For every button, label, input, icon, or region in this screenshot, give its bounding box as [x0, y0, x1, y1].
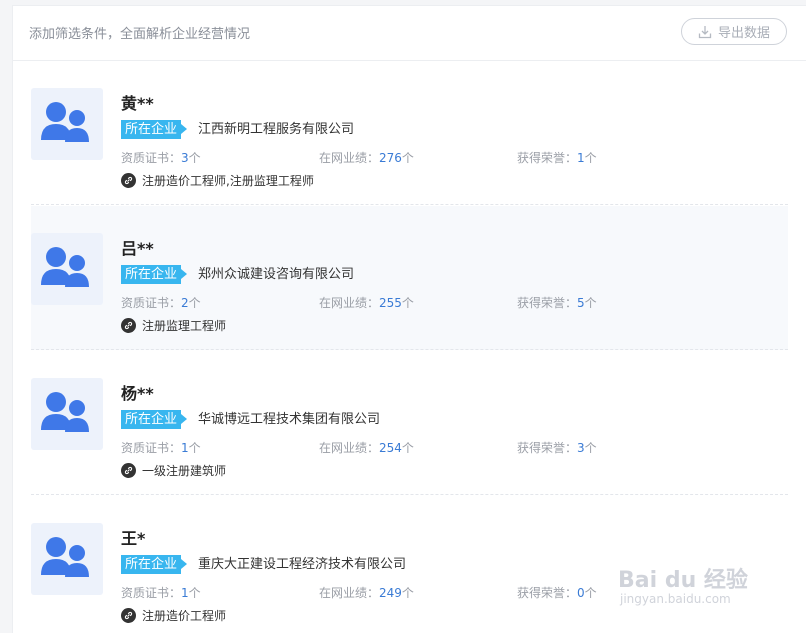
link-icon — [121, 318, 136, 333]
qualification-line: 一级注册建筑师 — [121, 462, 226, 479]
person-name[interactable]: 吕** — [121, 235, 154, 259]
toolbar: 添加筛选条件，全面解析企业经营情况 导出数据 — [13, 6, 806, 61]
company-tag: 所在企业 — [121, 410, 187, 429]
results-panel: 添加筛选条件，全面解析企业经营情况 导出数据 黄** 所在企业 江西新明工程服务… — [12, 5, 806, 633]
qualification-text: 一级注册建筑师 — [142, 464, 227, 478]
performance-count: 在网业绩：249个 — [319, 586, 414, 600]
performance-count: 在网业绩：276个 — [319, 151, 414, 165]
person-name[interactable]: 杨** — [121, 380, 154, 404]
link-icon — [121, 608, 136, 623]
company-tag: 所在企业 — [121, 265, 187, 284]
company-name[interactable]: 江西新明工程服务有限公司 — [198, 120, 354, 139]
honor-count: 获得荣誉：1个 — [517, 151, 597, 165]
qualification-line: 注册造价工程师 — [121, 607, 226, 624]
link-icon — [121, 463, 136, 478]
qualification-text: 注册造价工程师,注册监理工程师 — [142, 174, 314, 188]
cert-count: 资质证书：1个 — [121, 586, 201, 600]
qualification-text: 注册监理工程师 — [142, 319, 227, 333]
qualification-line: 注册造价工程师,注册监理工程师 — [121, 172, 314, 189]
export-data-button[interactable]: 导出数据 — [681, 18, 787, 45]
company-name[interactable]: 重庆大正建设工程经济技术有限公司 — [198, 555, 406, 574]
honor-count: 获得荣誉：3个 — [517, 441, 597, 455]
company-tag: 所在企业 — [121, 555, 187, 574]
export-button-label: 导出数据 — [717, 26, 770, 41]
link-icon — [121, 173, 136, 188]
cert-count: 资质证书：3个 — [121, 151, 201, 165]
cert-count: 资质证书：2个 — [121, 296, 201, 310]
watermark-logo: Bai du 经验 — [618, 568, 748, 593]
person-name[interactable]: 王* — [121, 525, 145, 549]
avatar — [31, 523, 103, 595]
people-icon — [41, 537, 89, 577]
people-icon — [41, 102, 89, 142]
company-tag: 所在企业 — [121, 120, 187, 139]
list-item[interactable]: 黄** 所在企业 江西新明工程服务有限公司 资质证书：3个 在网业绩：276个 … — [31, 61, 788, 205]
performance-count: 在网业绩：255个 — [319, 296, 414, 310]
list-item[interactable]: 杨** 所在企业 华诚博远工程技术集团有限公司 资质证书：1个 在网业绩：254… — [31, 351, 788, 495]
performance-count: 在网业绩：254个 — [319, 441, 414, 455]
watermark-url: jingyan.baidu.com — [620, 592, 731, 606]
people-icon — [41, 392, 89, 432]
qualification-line: 注册监理工程师 — [121, 317, 226, 334]
honor-count: 获得荣誉：0个 — [517, 586, 597, 600]
company-name[interactable]: 郑州众诚建设咨询有限公司 — [198, 265, 354, 284]
filter-hint: 添加筛选条件，全面解析企业经营情况 — [29, 27, 251, 42]
people-icon — [41, 247, 89, 287]
cert-count: 资质证书：1个 — [121, 441, 201, 455]
avatar — [31, 233, 103, 305]
honor-count: 获得荣誉：5个 — [517, 296, 597, 310]
watermark: Bai du 经验 jingyan.baidu.com — [612, 548, 772, 618]
person-name[interactable]: 黄** — [121, 90, 154, 114]
avatar — [31, 378, 103, 450]
qualification-text: 注册造价工程师 — [142, 609, 227, 623]
list-item[interactable]: 吕** 所在企业 郑州众诚建设咨询有限公司 资质证书：2个 在网业绩：255个 … — [31, 206, 788, 350]
company-name[interactable]: 华诚博远工程技术集团有限公司 — [198, 410, 380, 429]
avatar — [31, 88, 103, 160]
download-icon — [698, 25, 712, 38]
